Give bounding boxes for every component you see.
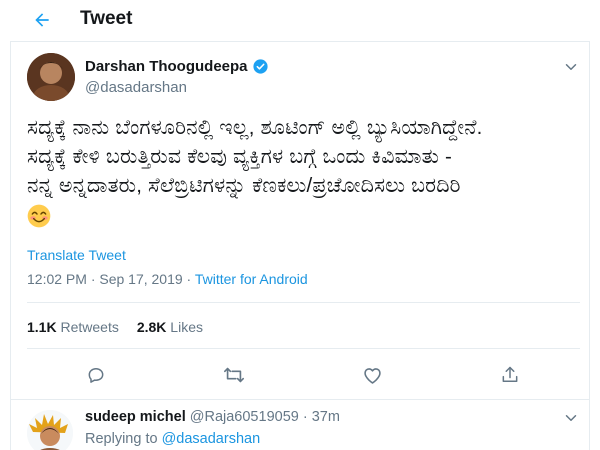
author-handle[interactable]: @dasadarshan (85, 79, 187, 96)
author-name-text: Darshan Thoogudeepa (85, 58, 248, 75)
author-name[interactable]: Darshan Thoogudeepa (85, 58, 269, 75)
column-border-right (589, 41, 590, 450)
retweet-button[interactable] (221, 362, 247, 388)
share-button[interactable] (497, 362, 523, 388)
reply-time[interactable]: · 37m (299, 409, 340, 425)
likes-stat[interactable]: 2.8K Likes (137, 319, 203, 335)
divider (27, 302, 580, 303)
replying-to: Replying to @dasadarshan (85, 431, 260, 447)
reply-icon (88, 368, 104, 383)
reply-author-line: sudeep michel @Raja60519059 · 37m (85, 409, 340, 425)
reply-author-name[interactable]: sudeep michel (85, 409, 186, 425)
tweet-text-line: ಸದ್ಯಕ್ಕೆ ಕೇಳಿ ಬರುತ್ತಿರುವ ಕೆಲವು ವ್ಯಕ್ತಿಗಳ… (27, 145, 453, 168)
likes-label: Likes (170, 319, 203, 335)
retweet-icon (224, 367, 244, 383)
tweet-text: ಸದ್ಯಕ್ಕೆ ನಾನು ಬೆಂಗಳೂರಿನಲ್ಲಿ ಇಲ್ಲ, ಶೂಟಿಂಗ… (27, 113, 582, 229)
tweet-text-line: ನನ್ನ ಅನ್ನದಾತರು, ಸೆಲೆಬ್ರಿಟಿಗಳನ್ನು ಕೆಣಕಲು/… (27, 174, 461, 197)
retweets-stat[interactable]: 1.1K Retweets (27, 319, 119, 335)
reply-author-avatar[interactable] (27, 410, 73, 450)
reply-avatar-photo (27, 410, 73, 450)
share-icon (502, 366, 518, 382)
replying-to-prefix: Replying to (85, 431, 162, 447)
retweets-label: Retweets (60, 319, 119, 335)
reply-button[interactable] (83, 362, 109, 388)
tweet-header: Tweet (0, 0, 600, 40)
tweet-text-line: ಸದ್ಯಕ್ಕೆ ನಾನು ಬೆಂಗಳೂರಿನಲ್ಲಿ ಇಲ್ಲ, ಶೂಟಿಂಗ… (27, 116, 483, 139)
tweet-emoji-line (27, 200, 582, 229)
like-button[interactable] (359, 362, 385, 388)
column-border-left (10, 41, 11, 450)
header-divider (10, 41, 590, 42)
reply-author-handle[interactable]: @Raja60519059 (190, 409, 299, 425)
tweet-source-link[interactable]: Twitter for Android (195, 271, 308, 287)
arrow-left-icon (35, 13, 49, 27)
like-icon (363, 367, 381, 384)
retweets-count: 1.1K (27, 319, 57, 335)
divider (27, 348, 580, 349)
back-button[interactable] (30, 8, 54, 32)
reply-more-options-button[interactable] (562, 409, 580, 427)
tweet-metadata: 12:02 PM · Sep 17, 2019 · Twitter for An… (27, 271, 308, 287)
replying-to-handle[interactable]: @dasadarshan (162, 431, 261, 447)
tweet-stats: 1.1K Retweets 2.8K Likes (27, 319, 203, 335)
likes-count: 2.8K (136, 319, 167, 335)
chevron-down-icon (565, 64, 577, 70)
more-options-button[interactable] (562, 58, 580, 76)
smiling-face-emoji-icon (27, 204, 51, 227)
author-avatar[interactable] (27, 53, 75, 101)
tweet-action-bar (0, 362, 600, 388)
avatar-photo (27, 53, 75, 101)
translate-tweet-link[interactable]: Translate Tweet (27, 247, 126, 263)
page-title: Tweet (80, 8, 133, 29)
reply-tweet[interactable]: sudeep michel @Raja60519059 · 37m Replyi… (11, 400, 589, 450)
chevron-down-icon (565, 415, 577, 421)
verified-badge-icon (252, 59, 268, 74)
tweet-timestamp[interactable]: 12:02 PM · Sep 17, 2019 · (27, 271, 195, 287)
